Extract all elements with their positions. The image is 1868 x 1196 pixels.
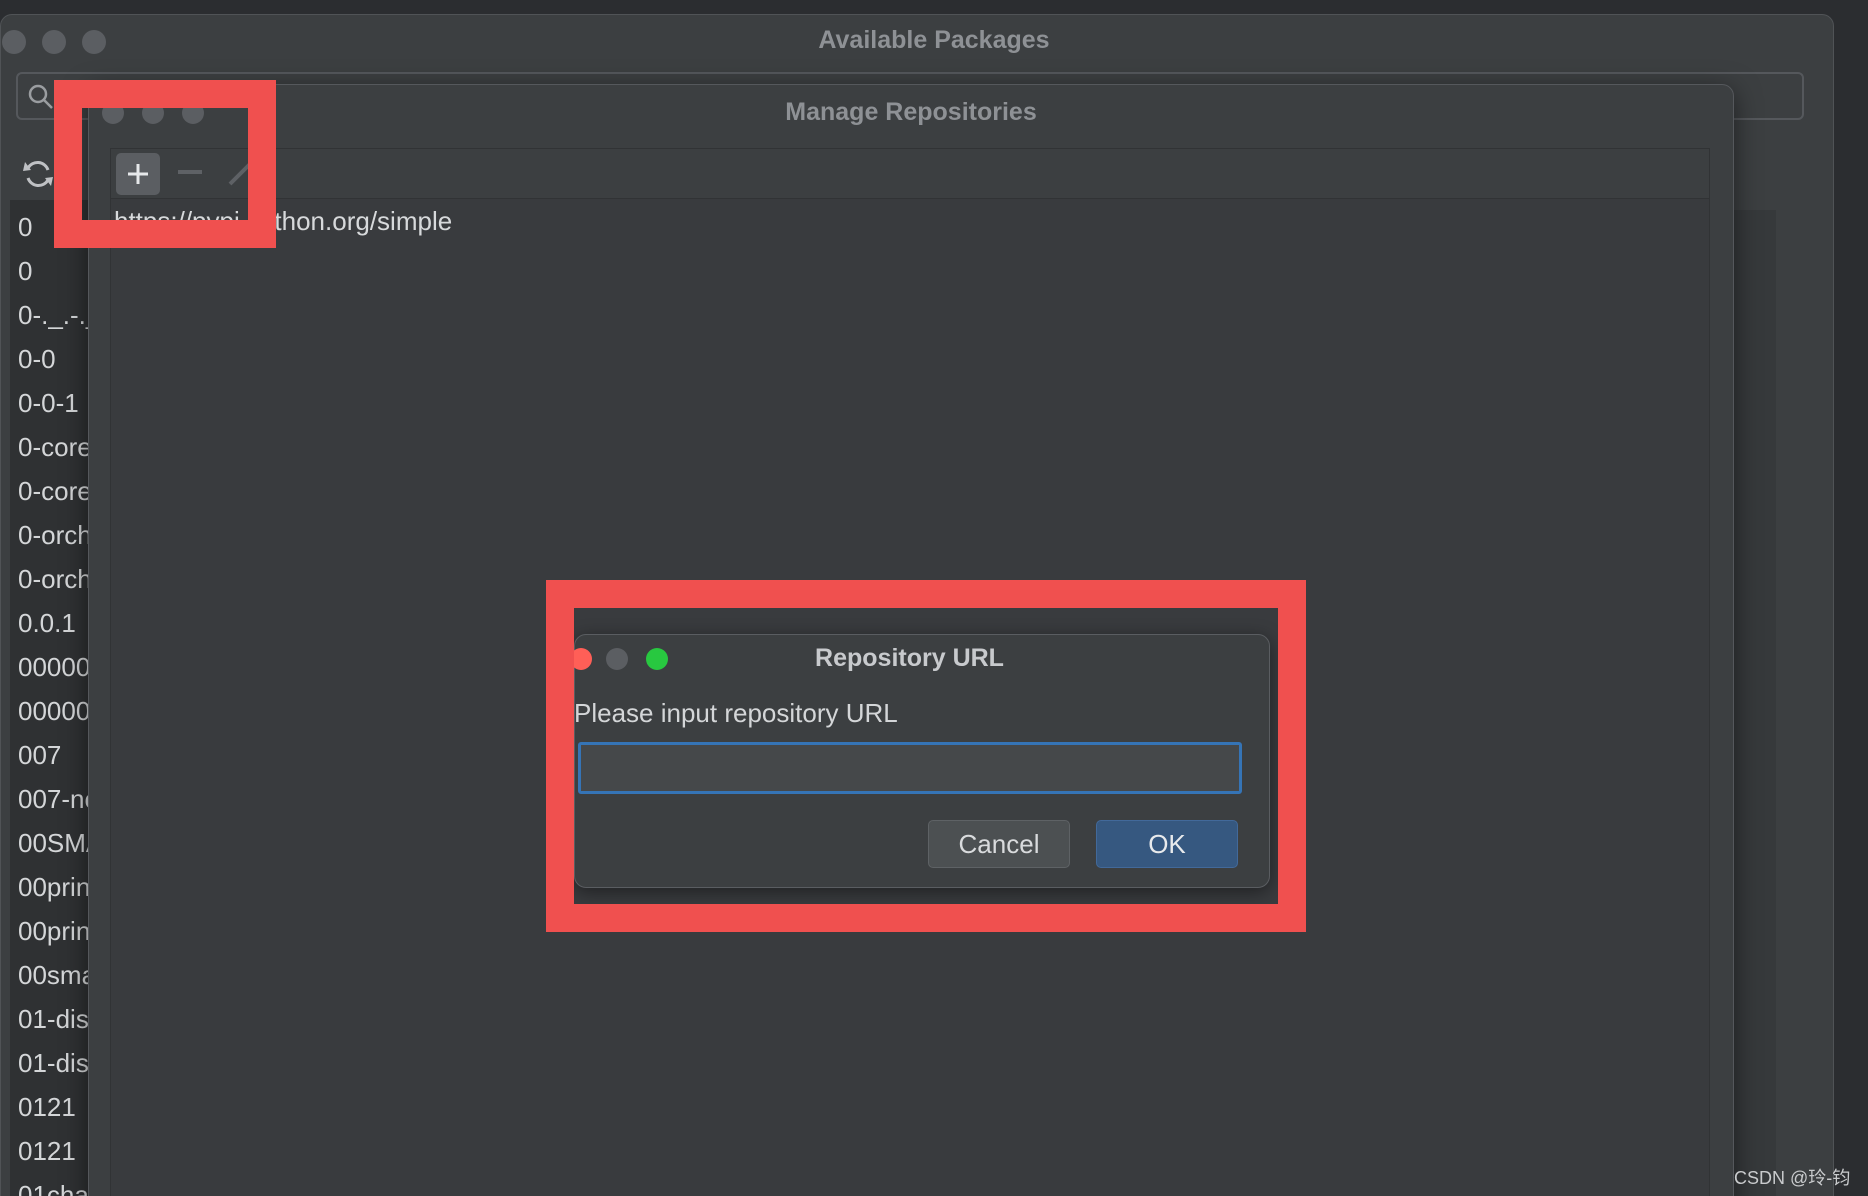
package-list-item[interactable]: 0 <box>18 256 96 287</box>
refresh-icon[interactable] <box>20 156 56 192</box>
search-icon <box>28 84 53 109</box>
dialog-highlight <box>546 580 1306 932</box>
repository-toolbar <box>111 149 1709 199</box>
package-details-panel <box>1730 210 1776 1196</box>
package-list-item[interactable]: 00print_lol <box>18 916 96 947</box>
package-list-item[interactable]: 0-._.-._.-._.-._.-._.-._.-0 <box>18 300 96 331</box>
package-list-item[interactable]: 00smalinux <box>18 960 96 991</box>
package-list-item[interactable]: 01changer <box>18 1180 96 1196</box>
add-button-highlight <box>54 80 276 248</box>
package-list-item[interactable]: 0-orchestrator <box>18 520 96 551</box>
package-list-item[interactable]: 0-0-1 <box>18 388 96 419</box>
package-list-item[interactable]: 007 <box>18 740 96 771</box>
package-list-item[interactable]: 0-core-client <box>18 476 96 507</box>
package-list: 0 0 0-._.-._.-._.-._.-._.-._.-0 0-0 0-0-… <box>10 200 96 1196</box>
package-list-item[interactable]: 0-orchestrator <box>18 564 96 595</box>
manage-repositories-title: Manage Repositories <box>785 98 1037 126</box>
package-list-item[interactable]: 00print_lol <box>18 872 96 903</box>
package-list-item[interactable]: 01-distributions <box>18 1004 96 1035</box>
package-list-item[interactable]: 007-no <box>18 784 96 815</box>
package-list-item[interactable]: 0-core-client <box>18 432 96 463</box>
package-list-item[interactable]: 0.0.1 <box>18 608 96 639</box>
package-list-item[interactable]: 00SMALINUX <box>18 828 96 859</box>
package-list-item[interactable]: 0000000 <box>18 696 96 727</box>
available-packages-title: Available Packages <box>818 26 1050 54</box>
package-list-item[interactable]: 0-0 <box>18 344 96 375</box>
package-list-item[interactable]: 0121 <box>18 1136 96 1167</box>
package-list-item[interactable]: 0121 <box>18 1092 96 1123</box>
package-list-item[interactable]: 00000a <box>18 652 96 683</box>
package-list-item[interactable]: 01-distributions <box>18 1048 96 1079</box>
watermark: CSDN @玲-钧 <box>1734 1168 1851 1188</box>
